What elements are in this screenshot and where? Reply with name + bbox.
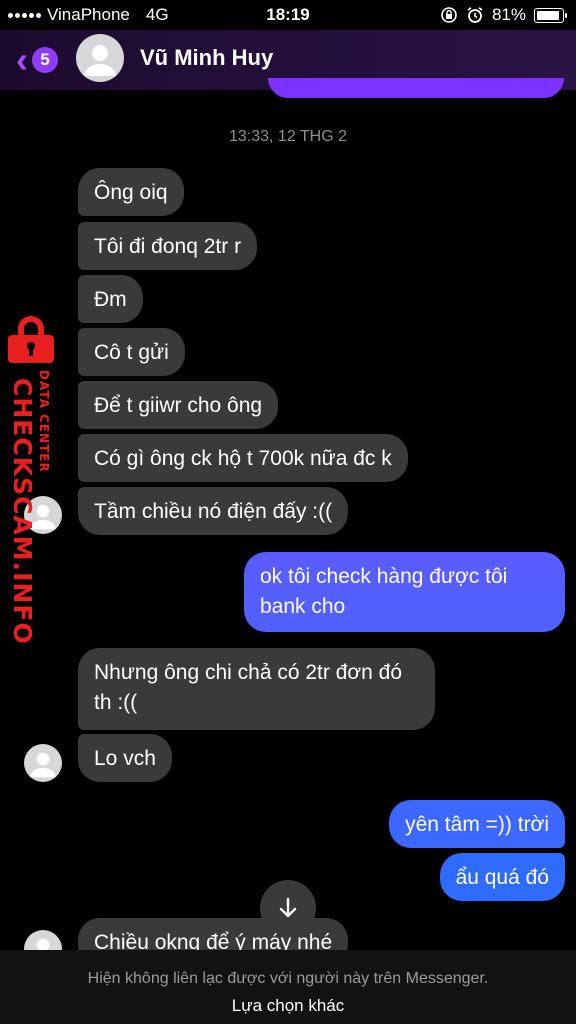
message-incoming[interactable]: Có gì ông ck hộ t 700k nữa đc k: [78, 434, 408, 482]
message-incoming[interactable]: Ông oiq: [78, 168, 184, 216]
message-text: ẩu quá đó: [455, 866, 549, 889]
chevron-left-icon: ‹: [16, 39, 28, 80]
message-text: Đm: [94, 288, 127, 311]
unavailable-footer: Hiện không liên lạc được với người này t…: [0, 950, 576, 1024]
arrow-down-icon: [279, 897, 297, 918]
message-text: Cô t gửi: [94, 341, 169, 364]
padlock-icon: [8, 316, 54, 363]
unread-badge: 5: [32, 47, 58, 73]
status-right: 81%: [440, 5, 567, 25]
watermark: CHECKSCAM.INFO DATA CENTER: [0, 310, 62, 645]
message-text: Có gì ông ck hộ t 700k nữa đc k: [94, 447, 392, 470]
message-incoming[interactable]: Lo vch: [78, 734, 172, 782]
message-text: Ông oiq: [94, 181, 168, 204]
contact-avatar[interactable]: [76, 34, 124, 82]
sender-avatar[interactable]: [24, 744, 62, 782]
message-outgoing[interactable]: ẩu quá đó: [439, 853, 565, 901]
status-bar: VinaPhone 4G 18:19 81%: [0, 0, 576, 30]
message-outgoing[interactable]: ok tôi check hàng được tôi bank cho: [244, 552, 565, 632]
message-incoming[interactable]: Để t giiwr cho ông: [78, 381, 279, 429]
message-text: Để t giiwr cho ông: [94, 394, 263, 417]
orientation-lock-icon: [441, 7, 457, 23]
message-incoming[interactable]: Nhưng ông chi chả có 2tr đơn đó th :((: [78, 648, 435, 730]
watermark-sub-text: DATA CENTER: [37, 370, 51, 473]
message-incoming[interactable]: Đm: [78, 275, 143, 323]
message-text: ok tôi check hàng được tôi bank cho: [260, 565, 508, 618]
unavailable-notice: Hiện không liên lạc được với người này t…: [87, 970, 489, 987]
battery-percent: 81%: [491, 5, 526, 24]
previous-sent-bubble: [268, 78, 564, 98]
message-incoming[interactable]: Tầm chiều nó điện đấy :((: [78, 487, 349, 535]
message-outgoing[interactable]: yên tâm =)) trời: [389, 800, 565, 848]
back-button[interactable]: ‹ 5: [16, 39, 58, 80]
contact-name[interactable]: Vũ Minh Huy: [140, 45, 273, 71]
other-options-link[interactable]: Lựa chọn khác: [0, 996, 576, 1016]
battery-icon: [534, 7, 567, 23]
watermark-main-text: CHECKSCAM.INFO: [8, 378, 37, 645]
message-text: Nhưng ông chi chả có 2tr đơn đó th :((: [94, 661, 403, 714]
message-incoming[interactable]: Tôi đi đonq 2tr r: [78, 222, 258, 270]
scroll-to-bottom-button[interactable]: [260, 880, 316, 936]
message-text: Lo vch: [94, 747, 156, 770]
message-incoming[interactable]: Cô t gửi: [78, 328, 185, 376]
conversation-timestamp: 13:33, 12 THG 2: [229, 128, 347, 145]
message-text: Tôi đi đonq 2tr r: [94, 235, 242, 258]
alarm-icon: [467, 7, 483, 23]
message-text: Tầm chiều nó điện đấy :((: [94, 500, 333, 523]
message-text: yên tâm =)) trời: [405, 813, 549, 836]
